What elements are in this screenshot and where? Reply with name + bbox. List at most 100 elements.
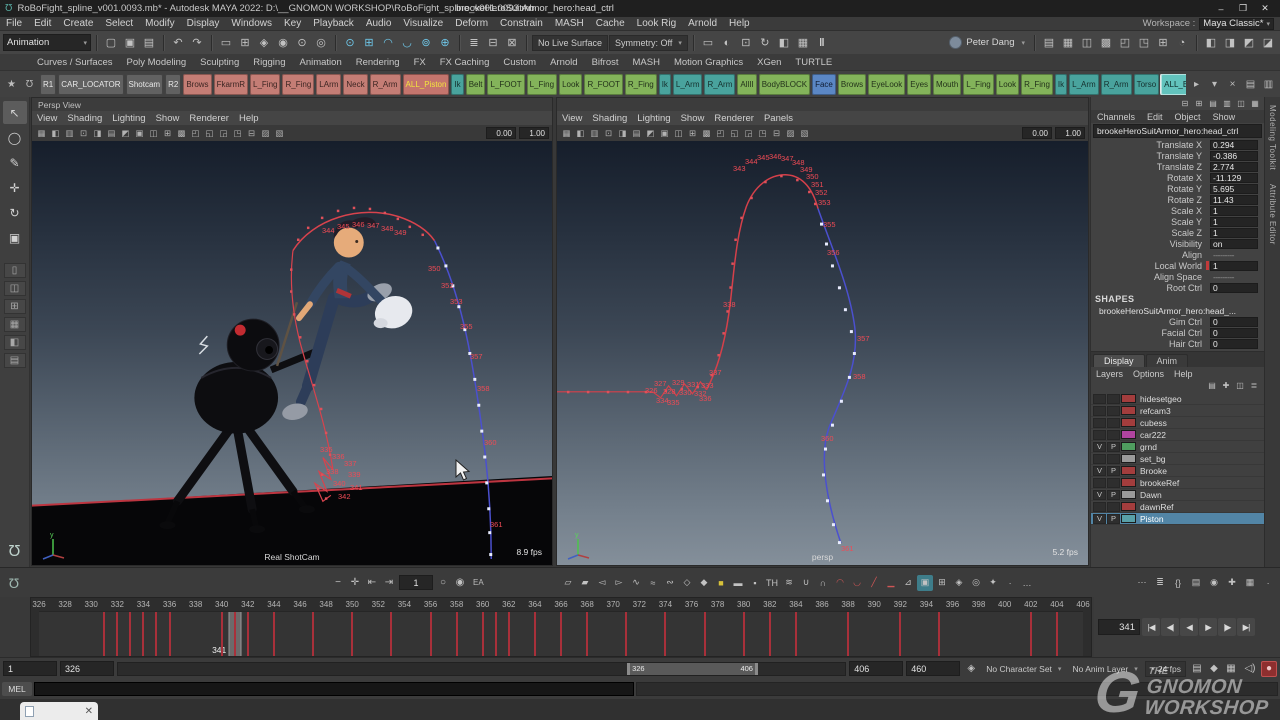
viewport-toolbar-icon[interactable]: ▥ (63, 127, 76, 139)
layer-row[interactable]: hidesetgeo (1091, 393, 1264, 405)
anim-tool-icon[interactable]: ⋯ (1134, 575, 1150, 591)
layer-playback-toggle[interactable] (1107, 454, 1120, 464)
viewport-toolbar-icon[interactable]: ◧ (574, 127, 587, 139)
layer-visibility-toggle[interactable] (1093, 394, 1106, 404)
playback-start-field[interactable]: 326 (60, 661, 114, 676)
viewport-toolbar-icon[interactable]: ▩ (175, 127, 188, 139)
shelf-button[interactable]: CAR_LOCATOR (58, 74, 123, 95)
menu-item[interactable]: Arnold (682, 18, 723, 29)
layer-visibility-toggle[interactable] (1093, 418, 1106, 428)
viewport-toolbar-icon[interactable]: ◩ (644, 127, 657, 139)
display-toggle-icon[interactable]: ▦ (1059, 34, 1077, 52)
channel-value-field[interactable]: 2.774 (1210, 162, 1258, 172)
shelf-button[interactable]: FkarmR (214, 74, 248, 95)
shelf-button[interactable]: Belt (466, 74, 486, 95)
file-toolbar-icon[interactable]: ▢ (102, 34, 120, 52)
key-edit-icon[interactable]: ✛ (347, 575, 363, 591)
layer-playback-toggle[interactable]: P (1107, 514, 1120, 524)
layer-visibility-toggle[interactable]: V (1093, 466, 1106, 476)
viewport-toolbar-icon[interactable]: ⊞ (161, 127, 174, 139)
sidebar-tab[interactable]: Modeling Toolkit (1268, 105, 1277, 170)
snap-icon[interactable]: ⊚ (417, 34, 435, 52)
channel-value-field[interactable]: --------- (1210, 250, 1258, 260)
channel-box-menu-item[interactable]: Edit (1141, 112, 1169, 122)
channel-value-field[interactable]: 0 (1210, 339, 1258, 349)
menu-set-selector[interactable]: Animation▾ (3, 34, 91, 51)
channel-box-icon[interactable]: ⊟ (1179, 98, 1191, 109)
anim-tool-icon[interactable]: ∙ (1002, 575, 1018, 591)
channel-value-field[interactable]: 0 (1210, 317, 1258, 327)
anim-layer-selector[interactable]: No Anim Layer▾ (1068, 661, 1141, 677)
shelf-button[interactable]: R_Arm (370, 74, 401, 95)
shelf-tab[interactable]: Sculpting (193, 56, 246, 69)
channel-row[interactable]: Align Space --------- (1091, 271, 1264, 282)
layer-color-swatch[interactable] (1121, 478, 1136, 487)
viewport-toolbar-icon[interactable]: ▧ (798, 127, 811, 139)
panel-menu-item[interactable]: Show (676, 113, 710, 124)
current-time-field[interactable]: 341 (1098, 619, 1140, 635)
layer-row[interactable]: set_bg (1091, 453, 1264, 465)
channel-value-field[interactable]: 0 (1210, 328, 1258, 338)
anim-tool-icon[interactable]: ◅ (594, 575, 610, 591)
channel-row[interactable]: Rotate X -11.129 (1091, 172, 1264, 183)
gamma-field[interactable]: 1.00 (1055, 127, 1085, 139)
layer-color-swatch[interactable] (1121, 502, 1136, 511)
shelf-button[interactable]: Look (559, 74, 582, 95)
layer-playback-toggle[interactable] (1107, 406, 1120, 416)
anim-tool-icon[interactable]: ▰ (577, 575, 593, 591)
shelf-button[interactable]: BodyBLOCK (759, 74, 810, 95)
playback-option-icon[interactable]: ○ (435, 575, 451, 591)
anim-tool-icon[interactable]: ∩ (815, 575, 831, 591)
playback-option-icon[interactable]: ▦ (1223, 661, 1239, 677)
layer-row[interactable]: V P Brooke (1091, 465, 1264, 477)
display-toggle-icon[interactable]: ◔ (1173, 34, 1191, 52)
shelf-button[interactable]: ALL_Brooke (1161, 74, 1186, 95)
shelf-tab[interactable]: XGen (750, 56, 788, 69)
shelf-edit-icon[interactable]: ▥ (1260, 75, 1277, 93)
layer-editor-tab[interactable]: Anim (1146, 354, 1189, 367)
panel-menu-item[interactable]: Shading (587, 113, 632, 124)
viewport-toolbar-icon[interactable]: ◰ (714, 127, 727, 139)
anim-tool-icon[interactable]: ∿ (628, 575, 644, 591)
anim-tool-icon[interactable]: ≈ (645, 575, 661, 591)
range-slider-bar[interactable]: 326 406 (627, 663, 758, 675)
shelf-button[interactable]: L_Arm (673, 74, 703, 95)
minimize-button[interactable]: – (1211, 2, 1231, 15)
time-slider[interactable]: 3263283303323343363383403423443463483503… (30, 597, 1092, 657)
symmetry-selector[interactable]: Symmetry: Off▾ (609, 35, 688, 51)
layer-playback-toggle[interactable] (1107, 430, 1120, 440)
workspace-dropdown[interactable]: Maya Classic*▾ (1199, 18, 1274, 30)
layer-color-swatch[interactable] (1121, 442, 1136, 451)
layout-shortcut-button[interactable]: ⊞ (4, 299, 26, 314)
snap-icon[interactable]: ◠ (379, 34, 397, 52)
layer-editor-menu-item[interactable]: Help (1169, 369, 1198, 379)
render-icon[interactable]: ▦ (794, 34, 812, 52)
menu-item[interactable]: Create (57, 18, 99, 29)
layer-row[interactable]: refcam3 (1091, 405, 1264, 417)
anim-tool-icon[interactable]: ◈ (951, 575, 967, 591)
display-toggle-icon[interactable]: ▩ (1097, 34, 1115, 52)
shelf-edit-icon[interactable]: ▾ (1206, 75, 1223, 93)
anim-tool-icon[interactable]: ▪ (747, 575, 763, 591)
viewport-toolbar-icon[interactable]: ⊞ (686, 127, 699, 139)
history-icon[interactable]: ≣ (465, 34, 483, 52)
live-surface-field[interactable]: No Live Surface (532, 35, 608, 51)
layer-color-swatch[interactable] (1121, 514, 1136, 523)
snap-icon[interactable]: ◡ (398, 34, 416, 52)
menu-item[interactable]: Windows (225, 18, 278, 29)
playback-option-icon[interactable]: ◆ (1206, 661, 1222, 677)
render-icon[interactable]: ⊡ (737, 34, 755, 52)
shelf-edit-icon[interactable]: × (1224, 75, 1241, 93)
menu-item[interactable]: Edit (28, 18, 57, 29)
anim-tool-icon[interactable]: ▦ (1242, 575, 1258, 591)
channel-value-field[interactable]: on (1210, 239, 1258, 249)
layer-playback-toggle[interactable] (1107, 502, 1120, 512)
channel-row[interactable]: Translate Z 2.774 (1091, 161, 1264, 172)
display-toggle-icon[interactable]: ⊞ (1154, 34, 1172, 52)
layout-shortcut-button[interactable]: ▤ (4, 353, 26, 368)
shelf-button[interactable]: LArm (316, 74, 341, 95)
layout-shortcut-button[interactable]: ◧ (4, 335, 26, 350)
layout-shortcut-button[interactable]: ▯ (4, 263, 26, 278)
frame-step-field[interactable]: 1 (399, 575, 433, 590)
viewport-toolbar-icon[interactable]: ◲ (217, 127, 230, 139)
